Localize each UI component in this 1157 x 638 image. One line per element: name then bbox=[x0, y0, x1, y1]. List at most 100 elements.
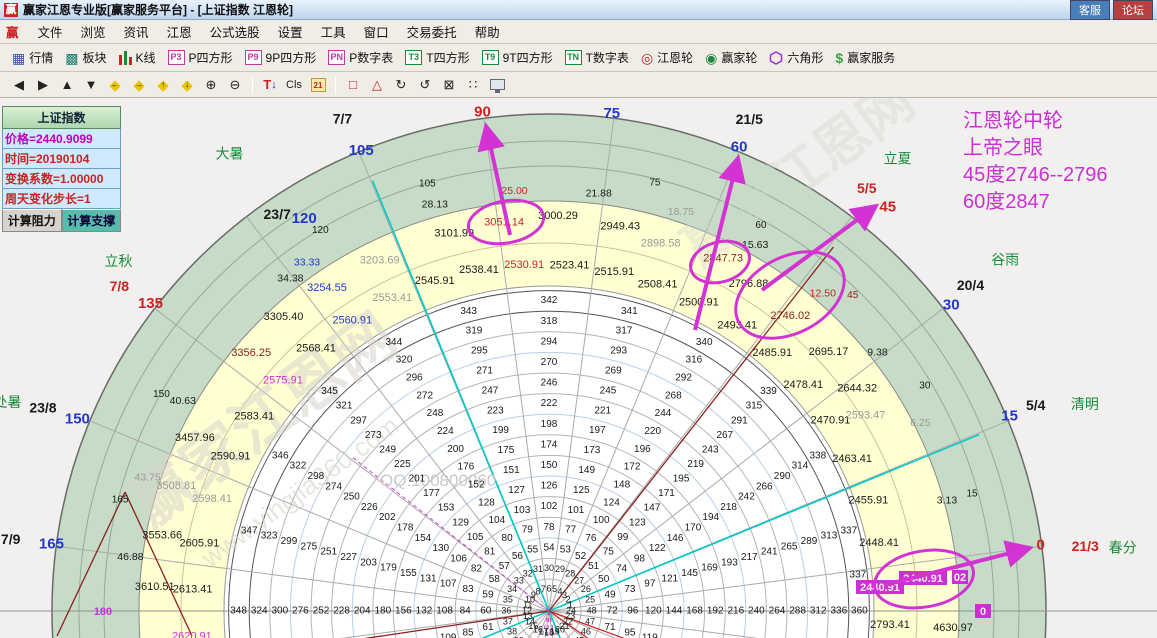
outer-angle-label: 30 bbox=[943, 297, 960, 314]
toolbar-button-hexagon[interactable]: 六角形 bbox=[763, 47, 829, 68]
menu-item-tools[interactable]: 工具 bbox=[312, 20, 355, 43]
toolbar-button-winner-wheel[interactable]: ◉ 赢家轮 bbox=[699, 47, 763, 68]
indicator-panel: 上证指数 价格=2440.9099 时间=20190104 变换系数=1.00000… bbox=[2, 106, 121, 232]
wheel-number: 273 bbox=[365, 430, 382, 441]
wheel-number: 96 bbox=[627, 606, 639, 617]
toolbar-button-p-number-table[interactable]: PN P数字表 bbox=[322, 47, 399, 68]
pan-down-button[interactable]: ◆ ↓ bbox=[176, 75, 198, 95]
p-square-icon: P3 bbox=[167, 50, 185, 65]
price-inner-label: 2523.41 bbox=[550, 260, 590, 272]
toolbar-button-kline[interactable]: K线 bbox=[113, 47, 162, 68]
wheel-number: 174 bbox=[541, 439, 558, 450]
toolbar-button-9t-square[interactable]: T9 9T四方形 bbox=[476, 47, 559, 68]
zoom-out-button[interactable]: ⊖ bbox=[224, 75, 246, 95]
nav-right-button[interactable]: ▶ bbox=[32, 75, 54, 95]
toolbar-button-winner-service[interactable]: $ 赢家服务 bbox=[829, 47, 901, 68]
t-down-button[interactable]: T ↓ bbox=[259, 75, 281, 95]
menu-item-gann[interactable]: 江恩 bbox=[158, 20, 201, 43]
nav-up-button[interactable]: ▲ bbox=[56, 75, 78, 95]
menu-item-window[interactable]: 窗口 bbox=[355, 20, 398, 43]
menu-items: 文件 浏览 资讯 江恩 公式选股 设置 工具 窗口 交易委托 帮助 bbox=[29, 20, 509, 43]
forum-tab[interactable]: 论坛 bbox=[1113, 0, 1153, 20]
wheel-number: 288 bbox=[789, 606, 806, 617]
price-outer-label: 3610.51 bbox=[135, 581, 175, 593]
wheel-number: 321 bbox=[336, 401, 353, 412]
panel-buttons: 计算阻力 计算支撑 bbox=[2, 209, 121, 232]
wheel-number: 271 bbox=[476, 366, 493, 377]
toolbar-button-t-square[interactable]: T3 T四方形 bbox=[399, 47, 475, 68]
menu-item-file[interactable]: 文件 bbox=[29, 20, 72, 43]
menu-item-trade[interactable]: 交易委托 bbox=[398, 20, 466, 43]
menu-item-help[interactable]: 帮助 bbox=[466, 20, 509, 43]
wheel-number: 155 bbox=[400, 568, 417, 579]
pan-left-icon: ◆ ← bbox=[109, 76, 121, 94]
window-title: 赢家江恩专业版[赢家服务平台] - [上证指数 江恩轮] bbox=[23, 3, 293, 17]
wheel-number: 346 bbox=[272, 450, 289, 461]
toolbar-button-gann-wheel[interactable]: ◎ 江恩轮 bbox=[635, 47, 699, 68]
toolbar-button-p-square[interactable]: P3 P四方形 bbox=[162, 47, 239, 68]
wheel-number: 7 bbox=[541, 584, 546, 594]
wheel-number: 36 bbox=[501, 605, 511, 615]
nav-down-button[interactable]: ▼ bbox=[80, 75, 102, 95]
menu-item-settings[interactable]: 设置 bbox=[269, 20, 312, 43]
wheel-number: 80 bbox=[502, 533, 514, 544]
toolbar-button-t-number-table[interactable]: TN T数字表 bbox=[559, 47, 635, 68]
menu-item-browse[interactable]: 浏览 bbox=[72, 20, 115, 43]
wheel-number: 107 bbox=[440, 579, 457, 590]
monitor-icon bbox=[489, 79, 505, 93]
extra-value-label: 337 bbox=[850, 569, 867, 580]
crosshair-button[interactable]: ∷ bbox=[462, 75, 484, 95]
wheel-number: 338 bbox=[809, 450, 826, 461]
wheel-number: 72 bbox=[607, 606, 619, 617]
square-tool-button[interactable]: □ bbox=[342, 75, 364, 95]
nav-left-button[interactable]: ◀ bbox=[8, 75, 30, 95]
calc-support-button[interactable]: 计算支撑 bbox=[61, 209, 121, 232]
annotation-line: 江恩轮中轮 bbox=[963, 110, 1063, 132]
triangle-tool-button[interactable]: △ bbox=[366, 75, 388, 95]
pan-right-button[interactable]: ◆ → bbox=[128, 75, 150, 95]
menu-item-news[interactable]: 资讯 bbox=[115, 20, 158, 43]
wheel-number: 224 bbox=[437, 426, 454, 437]
calendar-button[interactable]: 21 bbox=[307, 75, 329, 95]
pan-up-button[interactable]: ◆ ↑ bbox=[152, 75, 174, 95]
toolbar-button-label: P四方形 bbox=[188, 51, 233, 65]
wheel-number: 104 bbox=[488, 515, 505, 526]
wheel-number: 82 bbox=[471, 564, 483, 575]
wheel-number: 31 bbox=[533, 564, 543, 574]
wheel-number: 75 bbox=[603, 546, 615, 557]
nav-up-icon: ▲ bbox=[60, 77, 74, 92]
calc-resistance-button[interactable]: 计算阻力 bbox=[2, 209, 62, 232]
support-tab[interactable]: 客服 bbox=[1070, 0, 1110, 20]
solar-term-label: 谷雨 bbox=[991, 252, 1019, 268]
monitor-button[interactable] bbox=[486, 75, 508, 95]
wheel-number: 170 bbox=[685, 523, 702, 534]
toolbar-button-sectors[interactable]: ▩ 板块 bbox=[59, 47, 112, 68]
box-select-button[interactable]: ⊠ bbox=[438, 75, 460, 95]
toolbar-button-9p-square[interactable]: P9 9P四方形 bbox=[239, 47, 323, 68]
degree-ring-label: 165 bbox=[112, 495, 129, 506]
rotate-ccw-button[interactable]: ↺ bbox=[414, 75, 436, 95]
wheel-number: 8 bbox=[535, 586, 540, 596]
menu-item-stock-picker[interactable]: 公式选股 bbox=[201, 20, 269, 43]
wheel-number: 156 bbox=[395, 606, 412, 617]
outer-angle-label: 75 bbox=[603, 105, 620, 122]
wheel-number: 226 bbox=[361, 502, 378, 513]
extra-value-label: 4630.97 bbox=[933, 622, 973, 634]
wheel-number: 106 bbox=[450, 553, 467, 564]
toolbar-button-label: 赢家轮 bbox=[721, 51, 758, 65]
degree-step-label: 18.75 bbox=[668, 206, 694, 218]
toolbar-button-label: 行情 bbox=[29, 51, 54, 65]
wheel-number: 28 bbox=[565, 568, 575, 578]
cls-button[interactable]: Cls bbox=[283, 75, 305, 95]
solar-term-label: 春分 bbox=[1109, 539, 1137, 555]
wheel-number: 60 bbox=[480, 606, 492, 617]
pan-left-button[interactable]: ◆ ← bbox=[104, 75, 126, 95]
wheel-number: 146 bbox=[667, 533, 684, 544]
price-inner-label: 2605.91 bbox=[180, 538, 220, 550]
wheel-number: 223 bbox=[487, 405, 504, 416]
toolbar-button-quotes[interactable]: ▦ 行情 bbox=[6, 47, 59, 68]
wheel-number: 102 bbox=[541, 501, 558, 512]
zoom-in-button[interactable]: ⊕ bbox=[200, 75, 222, 95]
rotate-cw-button[interactable]: ↻ bbox=[390, 75, 412, 95]
wheel-number: 35 bbox=[503, 594, 513, 604]
